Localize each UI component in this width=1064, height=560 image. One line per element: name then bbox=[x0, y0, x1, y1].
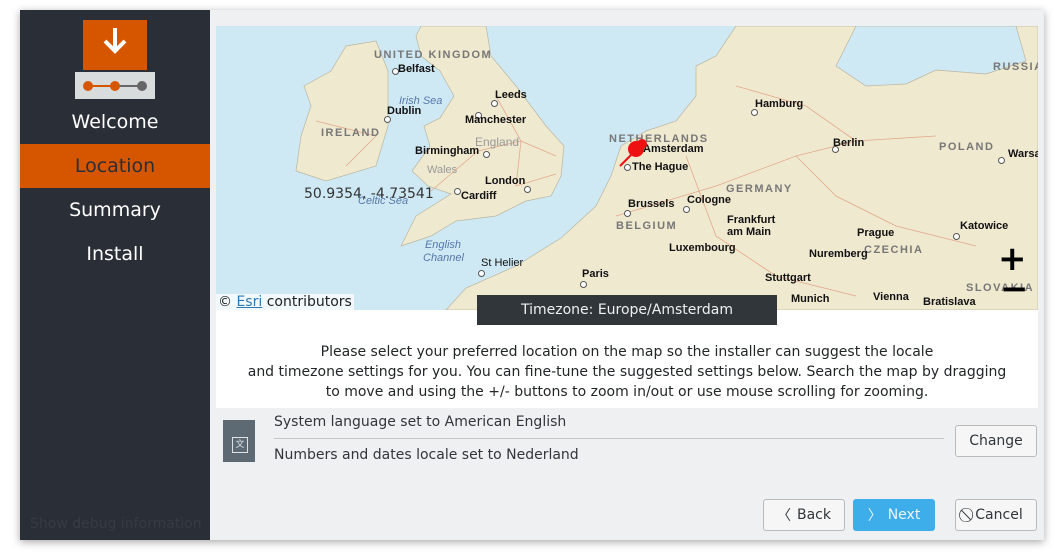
map-city-london: London bbox=[485, 175, 526, 187]
map-label-ireland: IRELAND bbox=[321, 127, 381, 139]
attribution-text: contributors bbox=[266, 294, 352, 310]
map-city-warsaw: Warsa bbox=[1008, 148, 1038, 160]
map-city-berlin: Berlin bbox=[833, 137, 865, 149]
map-city-katowice: Katowice bbox=[960, 220, 1009, 232]
location-pin-icon bbox=[619, 139, 647, 167]
map-label-russia: RUSSIA bbox=[993, 61, 1038, 73]
cancel-label: Cancel bbox=[975, 507, 1023, 523]
map-city-nuremberg: Nuremberg bbox=[809, 248, 868, 260]
map-label-czechia: CZECHIA bbox=[864, 244, 924, 256]
chevron-left-icon: 〈 bbox=[777, 508, 791, 524]
back-button[interactable]: 〈 Back bbox=[763, 499, 845, 531]
cancel-button[interactable]: ⃠Cancel bbox=[955, 499, 1037, 531]
map-city-paris: Paris bbox=[582, 268, 609, 280]
locale-file-icon: 文 bbox=[223, 420, 255, 462]
description-line-1: Please select your preferred location on… bbox=[320, 344, 934, 360]
map-city-cardiff: Cardiff bbox=[461, 190, 497, 202]
progress-logo-icon bbox=[75, 72, 155, 99]
map-city-hamburg: Hamburg bbox=[755, 98, 804, 110]
map-city-stuttgart: Stuttgart bbox=[765, 272, 811, 284]
step-location: Location bbox=[20, 144, 210, 188]
map-city-luxembourg: Luxembourg bbox=[669, 242, 736, 254]
download-arrow-icon bbox=[83, 20, 147, 70]
map-label-wales: Wales bbox=[427, 164, 458, 176]
show-debug-link[interactable]: Show debug information bbox=[30, 516, 202, 532]
map-city-leeds: Leeds bbox=[495, 89, 527, 101]
map-city-vienna: Vienna bbox=[873, 291, 909, 303]
locale-formats-text: Numbers and dates locale set to Nederlan… bbox=[274, 447, 579, 463]
map-city-birmingham: Birmingham bbox=[415, 145, 480, 157]
step-summary: Summary bbox=[69, 199, 161, 221]
chevron-right-icon: 〉 bbox=[867, 508, 882, 524]
map-city-brussels: Brussels bbox=[628, 198, 675, 210]
map-city-belfast: Belfast bbox=[398, 63, 435, 75]
copyright-symbol: © bbox=[218, 294, 232, 310]
map-city-manchester: Manchester bbox=[465, 114, 527, 126]
sidebar: Welcome Location Summary Install Show de… bbox=[20, 10, 210, 540]
divider bbox=[274, 438, 944, 439]
map-city-st-helier: St Helier bbox=[481, 257, 524, 269]
map-label-germany: GERMANY bbox=[726, 183, 793, 195]
map-city-cologne: Cologne bbox=[687, 194, 731, 206]
zoom-out-button[interactable]: − bbox=[1000, 272, 1029, 306]
description-line-3: to move and using the +/- buttons to zoo… bbox=[325, 384, 929, 400]
step-install: Install bbox=[86, 243, 144, 265]
map-label-english-channel: English Channel bbox=[423, 239, 464, 264]
map-label-belgium: BELGIUM bbox=[616, 220, 678, 232]
change-label: Change bbox=[969, 433, 1023, 449]
change-button[interactable]: Change bbox=[955, 425, 1037, 457]
map-city-amsterdam: Amsterdam bbox=[643, 143, 704, 155]
map-city-munich: Munich bbox=[791, 293, 830, 305]
coordinates-readout: 50.9354, -4.73541 bbox=[304, 186, 434, 202]
installer-window: Welcome Location Summary Install Show de… bbox=[20, 10, 1044, 540]
location-map[interactable]: UNITED KINGDOM IRELAND NETHERLANDS GERMA… bbox=[216, 26, 1038, 310]
esri-link[interactable]: Esri bbox=[236, 294, 262, 310]
map-label-poland: POLAND bbox=[939, 141, 995, 153]
next-label: Next bbox=[887, 507, 921, 523]
system-language-text: System language set to American English bbox=[274, 414, 567, 430]
map-city-prague: Prague bbox=[857, 227, 895, 239]
map-label-united-kingdom: UNITED KINGDOM bbox=[374, 49, 493, 61]
back-label: Back bbox=[797, 507, 831, 523]
next-button[interactable]: 〉 Next bbox=[853, 499, 935, 531]
timezone-label: Timezone: Europe/Amsterdam bbox=[477, 295, 777, 325]
step-welcome: Welcome bbox=[71, 111, 159, 133]
description-line-2: and timezone settings for you. You can f… bbox=[247, 364, 1007, 380]
map-city-bratislava: Bratislava bbox=[923, 296, 976, 308]
map-label-england: England bbox=[475, 135, 520, 149]
map-attribution: © Esri contributors bbox=[216, 294, 354, 310]
map-city-frankfurt: Frankfurt am Main bbox=[727, 214, 776, 238]
map-city-dublin: Dublin bbox=[387, 105, 422, 117]
